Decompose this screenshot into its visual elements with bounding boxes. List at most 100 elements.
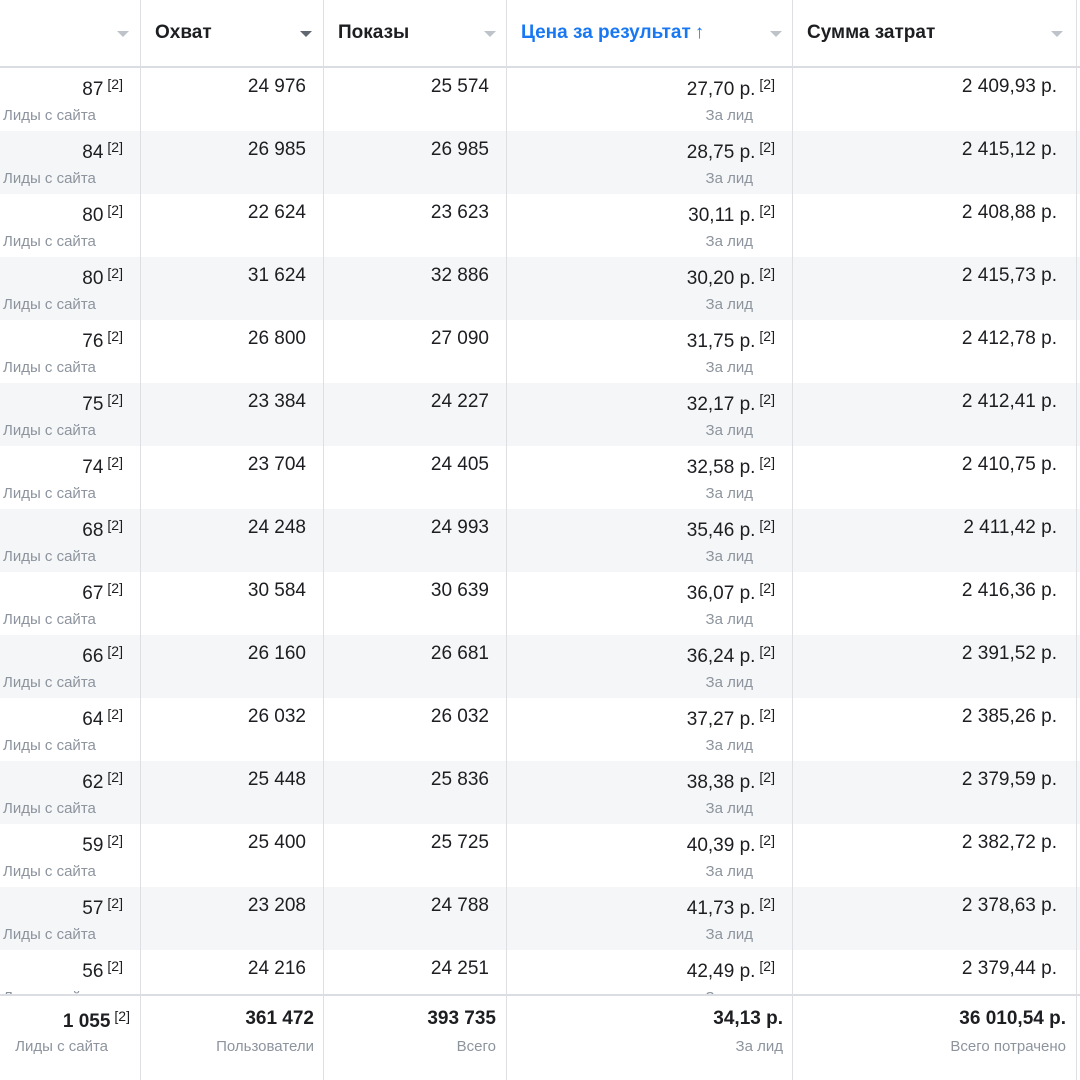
impressions-cell: 32 886 [323,257,489,320]
cost-per-result-label: За лид [705,170,753,187]
total-results-label: Лиды с сайта [15,1038,108,1055]
results-value: 62 [82,772,104,793]
footnote-marker[interactable]: [2] [107,265,123,281]
total-impressions-value: 393 735 [427,1008,496,1029]
footnote-marker[interactable]: [2] [107,328,123,344]
reach-value: 24 976 [247,76,306,97]
footnote-marker[interactable]: [2] [107,580,123,596]
column-header-cost-per-result[interactable]: Цена за результат ↑ [506,0,792,66]
results-value: 64 [82,709,104,730]
impressions-value: 27 090 [430,328,489,349]
table-row[interactable]: 62 [2] Лиды с сайта 25 448 25 836 38,38 р. [2]… [0,761,1080,824]
footnote-marker[interactable]: [2] [107,454,123,470]
cost-per-result-label: За лид [705,737,753,754]
impressions-value: 30 639 [430,580,489,601]
column-header-amount-spent[interactable]: Сумма затрат [792,0,1080,66]
footnote-marker[interactable]: [2] [759,517,775,533]
impressions-value: 24 227 [430,391,489,412]
footnote-marker[interactable]: [2] [759,76,775,92]
table-row[interactable]: 84 [2] Лиды с сайта 26 985 26 985 28,75 р. [2]… [0,131,1080,194]
footnote-marker[interactable]: [2] [107,958,123,974]
results-cell: 64 [2] Лиды с сайта [0,698,123,761]
table-row[interactable]: 80 [2] Лиды с сайта 31 624 32 886 30,20 р. [2]… [0,257,1080,320]
table-row[interactable]: 87 [2] Лиды с сайта 24 976 25 574 27,70 р. [2]… [0,68,1080,131]
footnote-marker[interactable]: [2] [107,895,123,911]
footnote-marker[interactable]: [2] [107,76,123,92]
footnote-marker[interactable]: [2] [759,328,775,344]
footnote-marker[interactable]: [2] [759,265,775,281]
table-row[interactable]: 64 [2] Лиды с сайта 26 032 26 032 37,27 р. [2]… [0,698,1080,761]
cost-per-result-value: 31,75 р. [686,331,756,352]
column-header-label: Сумма затрат [807,22,936,43]
footnote-marker[interactable]: [2] [759,643,775,659]
footnote-marker[interactable]: [2] [759,958,775,974]
footnote-marker[interactable]: [2] [759,895,775,911]
column-divider [506,0,507,1080]
reach-value: 31 624 [247,265,306,286]
amount-spent-cell: 2 379,44 р. [792,950,1057,994]
footnote-marker[interactable]: [2] [759,139,775,155]
footnote-marker[interactable]: [2] [759,391,775,407]
column-header-label: Цена за результат [521,22,691,43]
footnote-marker[interactable]: [2] [759,454,775,470]
table-row[interactable]: 75 [2] Лиды с сайта 23 384 24 227 32,17 р. [2]… [0,383,1080,446]
total-amount-spent-cell: 36 010,54 р. Всего потрачено [792,996,1066,1080]
cost-per-result-label: За лид [705,548,753,565]
impressions-value: 26 032 [430,706,489,727]
results-value: 57 [82,898,104,919]
footnote-marker[interactable]: [2] [759,580,775,596]
amount-spent-value: 2 408,88 р. [961,202,1057,223]
reach-value: 26 032 [247,706,306,727]
results-value: 66 [82,646,104,667]
caret-down-icon[interactable] [300,31,312,37]
results-label: Лиды с сайта [3,926,96,943]
amount-spent-value: 2 391,52 р. [961,643,1057,664]
footnote-marker[interactable]: [2] [107,769,123,785]
footnote-marker[interactable]: [2] [759,706,775,722]
impressions-cell: 24 993 [323,509,489,572]
footnote-marker[interactable]: [2] [107,139,123,155]
cost-per-result-cell: 35,46 р. [2] За лид [506,509,775,572]
table-row[interactable]: 56[2]Лиды с сайта24 21624 25142,49 р.[2]… [0,950,1080,994]
results-value: 59 [82,835,104,856]
caret-down-icon[interactable] [484,31,496,37]
table-row[interactable]: 68 [2] Лиды с сайта 24 248 24 993 35,46 р. [2]… [0,509,1080,572]
caret-down-icon[interactable] [770,31,782,37]
column-header-results[interactable] [0,0,140,66]
column-header-impressions[interactable]: Показы [323,0,506,66]
footnote-marker[interactable]: [2] [107,706,123,722]
table-body: 87 [2] Лиды с сайта 24 976 25 574 27,70 р. [2]… [0,68,1080,994]
cost-per-result-label: За лид [705,674,753,691]
reach-value: 22 624 [247,202,306,223]
table-row[interactable]: 74 [2] Лиды с сайта 23 704 24 405 32,58 р. [2]… [0,446,1080,509]
footnote-marker[interactable]: [2] [107,391,123,407]
reach-value: 25 400 [247,832,306,853]
table-row[interactable]: 76 [2] Лиды с сайта 26 800 27 090 31,75 р. [2]… [0,320,1080,383]
arrow-up-icon: ↑ [694,22,705,43]
total-cost-per-result-value: 34,13 р. [713,1008,783,1029]
results-value: 74 [82,457,104,478]
table-row[interactable]: 80 [2] Лиды с сайта 22 624 23 623 30,11 р. [2]… [0,194,1080,257]
results-label: Лиды с сайта [3,422,96,439]
footnote-marker[interactable]: [2] [759,769,775,785]
column-header-reach[interactable]: Охват [140,0,323,66]
footnote-marker[interactable]: [2] [107,202,123,218]
table-row[interactable]: 66 [2] Лиды с сайта 26 160 26 681 36,24 р. [2]… [0,635,1080,698]
amount-spent-cell: 2 391,52 р. [792,635,1057,698]
footnote-marker[interactable]: [2] [759,202,775,218]
table-row[interactable]: 67 [2] Лиды с сайта 30 584 30 639 36,07 р. [2]… [0,572,1080,635]
footnote-marker[interactable]: [2] [114,1008,130,1024]
cost-per-result-label: За лид [705,611,753,628]
reach-value: 25 448 [247,769,306,790]
caret-down-icon[interactable] [117,31,129,37]
impressions-cell: 30 639 [323,572,489,635]
footnote-marker[interactable]: [2] [759,832,775,848]
footnote-marker[interactable]: [2] [107,517,123,533]
table-row[interactable]: 59 [2] Лиды с сайта 25 400 25 725 40,39 р. [2]… [0,824,1080,887]
footnote-marker[interactable]: [2] [107,832,123,848]
cost-per-result-value: 38,38 р. [686,772,756,793]
caret-down-icon[interactable] [1051,31,1063,37]
table-row[interactable]: 57 [2] Лиды с сайта 23 208 24 788 41,73 р. [2]… [0,887,1080,950]
footnote-marker[interactable]: [2] [107,643,123,659]
results-cell: 62 [2] Лиды с сайта [0,761,123,824]
